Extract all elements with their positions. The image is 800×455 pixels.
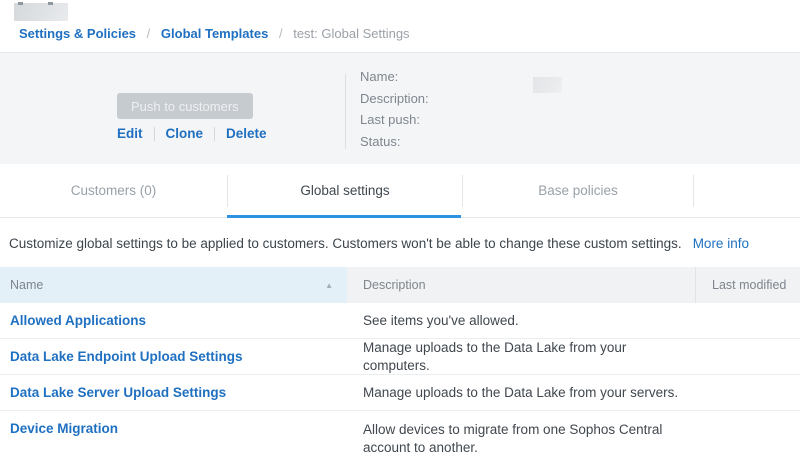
table-row: Data Lake Server Upload Settings Manage …	[0, 375, 800, 411]
name-field-label: Name:	[360, 66, 429, 88]
action-separator	[154, 127, 155, 141]
template-actions: Edit Clone Delete	[117, 126, 267, 141]
template-details: Name: Description: Last push: Status:	[360, 66, 429, 152]
global-template-page: Settings & Policies / Global Templates /…	[0, 0, 800, 455]
more-info-link[interactable]: More info	[693, 236, 749, 251]
breadcrumb-settings-policies[interactable]: Settings & Policies	[19, 26, 136, 41]
push-to-customers-button[interactable]: Push to customers	[117, 93, 253, 119]
table-row: Allowed Applications See items you've al…	[0, 303, 800, 339]
tab-base-policies[interactable]: Base policies	[463, 164, 693, 217]
action-separator	[214, 127, 215, 141]
vertical-divider	[345, 74, 346, 149]
table-header-row: Name ▲ Description Last modified	[0, 267, 800, 303]
global-settings-table: Name ▲ Description Last modified Allowed…	[0, 267, 800, 455]
active-tab-underline	[227, 215, 461, 218]
tab-customers[interactable]: Customers (0)	[0, 164, 227, 217]
setting-name-cell: Data Lake Server Upload Settings	[0, 385, 347, 400]
column-header-name[interactable]: Name ▲	[0, 267, 347, 303]
column-header-description[interactable]: Description	[347, 267, 695, 303]
tab-divider	[693, 175, 694, 207]
last-push-field-label: Last push:	[360, 109, 429, 131]
tabbar: Customers (0) Global settings Base polic…	[0, 164, 800, 218]
setting-name-cell: Device Migration	[0, 421, 347, 436]
table-row: Device Migration Allow devices to migrat…	[0, 411, 800, 455]
setting-link-data-lake-server[interactable]: Data Lake Server Upload Settings	[10, 385, 226, 400]
setting-name-cell: Allowed Applications	[0, 313, 347, 328]
intro-sentence: Customize global settings to be applied …	[9, 236, 682, 251]
template-summary-header: Push to customers Edit Clone Delete Name…	[0, 52, 800, 164]
column-header-name-label: Name	[10, 278, 43, 292]
intro-text: Customize global settings to be applied …	[9, 236, 800, 251]
topbar: Settings & Policies / Global Templates /…	[0, 0, 800, 52]
setting-link-device-migration[interactable]: Device Migration	[10, 421, 118, 436]
setting-description-cell: Manage uploads to the Data Lake from you…	[347, 339, 695, 375]
setting-name-cell: Data Lake Endpoint Upload Settings	[0, 349, 347, 364]
table-row: Data Lake Endpoint Upload Settings Manag…	[0, 339, 800, 375]
breadcrumb-global-templates[interactable]: Global Templates	[161, 26, 268, 41]
redacted-name-value	[533, 77, 562, 93]
clone-link[interactable]: Clone	[166, 126, 204, 141]
redacted-page-title	[14, 3, 68, 21]
setting-description-cell: Manage uploads to the Data Lake from you…	[347, 384, 695, 402]
setting-link-allowed-applications[interactable]: Allowed Applications	[10, 313, 146, 328]
column-header-last-modified[interactable]: Last modified	[695, 267, 800, 303]
delete-link[interactable]: Delete	[226, 126, 267, 141]
status-field-label: Status:	[360, 131, 429, 153]
breadcrumb-separator: /	[147, 26, 151, 41]
redaction-artifact	[48, 2, 53, 5]
edit-link[interactable]: Edit	[117, 126, 143, 141]
description-field-label: Description:	[360, 88, 429, 110]
tab-global-settings[interactable]: Global settings	[228, 164, 462, 217]
breadcrumb-current: test: Global Settings	[293, 26, 409, 41]
setting-description-cell: See items you've allowed.	[347, 312, 695, 330]
breadcrumb-separator: /	[279, 26, 283, 41]
sort-ascending-icon: ▲	[325, 281, 333, 290]
setting-link-data-lake-endpoint[interactable]: Data Lake Endpoint Upload Settings	[10, 349, 243, 364]
breadcrumb: Settings & Policies / Global Templates /…	[19, 26, 410, 41]
setting-description-cell: Allow devices to migrate from one Sophos…	[347, 421, 695, 455]
redaction-artifact	[18, 2, 23, 5]
